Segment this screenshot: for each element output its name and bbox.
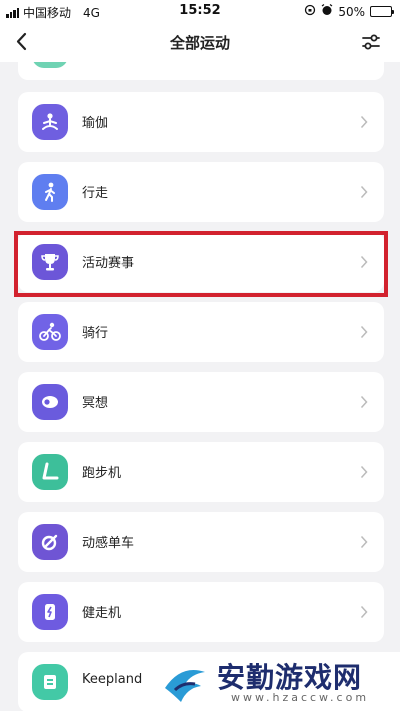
list-item-yoga[interactable]: 瑜伽: [18, 92, 384, 152]
list-item-spin-bike[interactable]: 动感单车: [18, 512, 384, 572]
treadmill-icon: [32, 454, 68, 490]
lock-rotation-icon: [304, 4, 316, 19]
alarm-icon: [321, 4, 333, 19]
chevron-right-icon: [360, 465, 368, 479]
list-item-label: 行走: [82, 186, 109, 201]
watermark: 安勤游戏网 www.hzaccw.com: [155, 652, 400, 711]
list-item-cycling[interactable]: 骑行: [18, 302, 384, 362]
battery-icon: [370, 6, 394, 17]
battery-percent: 50%: [338, 4, 365, 19]
nav-bar: 全部运动: [0, 22, 400, 62]
trophy-icon: [32, 244, 68, 280]
list-item-label: 健走机: [82, 606, 122, 621]
sliders-icon: [362, 34, 380, 50]
watermark-url: www.hzaccw.com: [231, 691, 370, 704]
chevron-right-icon: [360, 605, 368, 619]
list-item[interactable]: [18, 62, 384, 80]
activity-list: 瑜伽 行走 活动赛事 骑行 冥想 跑步机 动感单车 健走机 Keepland: [0, 62, 400, 711]
list-item-label: 动感单车: [82, 536, 135, 551]
keepland-icon: [32, 664, 68, 700]
chevron-right-icon: [360, 535, 368, 549]
walking-icon: [32, 174, 68, 210]
list-item-label: 跑步机: [82, 466, 122, 481]
chevron-right-icon: [360, 395, 368, 409]
status-bar: 中国移动 4G 15:52 50%: [0, 0, 400, 22]
yoga-icon: [32, 104, 68, 140]
list-item-label: 活动赛事: [82, 256, 135, 271]
list-item-label: 骑行: [82, 326, 109, 341]
list-item-label: 瑜伽: [82, 116, 109, 131]
list-item-label: Keepland: [82, 672, 143, 687]
list-item-walking[interactable]: 行走: [18, 162, 384, 222]
spin-bike-icon: [32, 524, 68, 560]
chevron-right-icon: [360, 185, 368, 199]
cycling-icon: [32, 314, 68, 350]
filter-button[interactable]: [360, 31, 382, 53]
page-title: 全部运动: [169, 34, 230, 52]
list-item-treadmill[interactable]: 跑步机: [18, 442, 384, 502]
list-item-walking-machine[interactable]: 健走机: [18, 582, 384, 642]
watermark-title: 安勤游戏网: [217, 661, 363, 694]
meditation-icon: [32, 384, 68, 420]
list-item-events[interactable]: 活动赛事: [18, 232, 384, 292]
status-right: 50%: [304, 4, 394, 19]
list-item-meditation[interactable]: 冥想: [18, 372, 384, 432]
partial-green-icon: [32, 62, 68, 68]
chevron-right-icon: [360, 255, 368, 269]
watermark-logo: [165, 670, 205, 702]
chevron-right-icon: [360, 115, 368, 129]
chevron-right-icon: [360, 325, 368, 339]
list-item-label: 冥想: [82, 396, 109, 411]
walking-machine-icon: [32, 594, 68, 630]
